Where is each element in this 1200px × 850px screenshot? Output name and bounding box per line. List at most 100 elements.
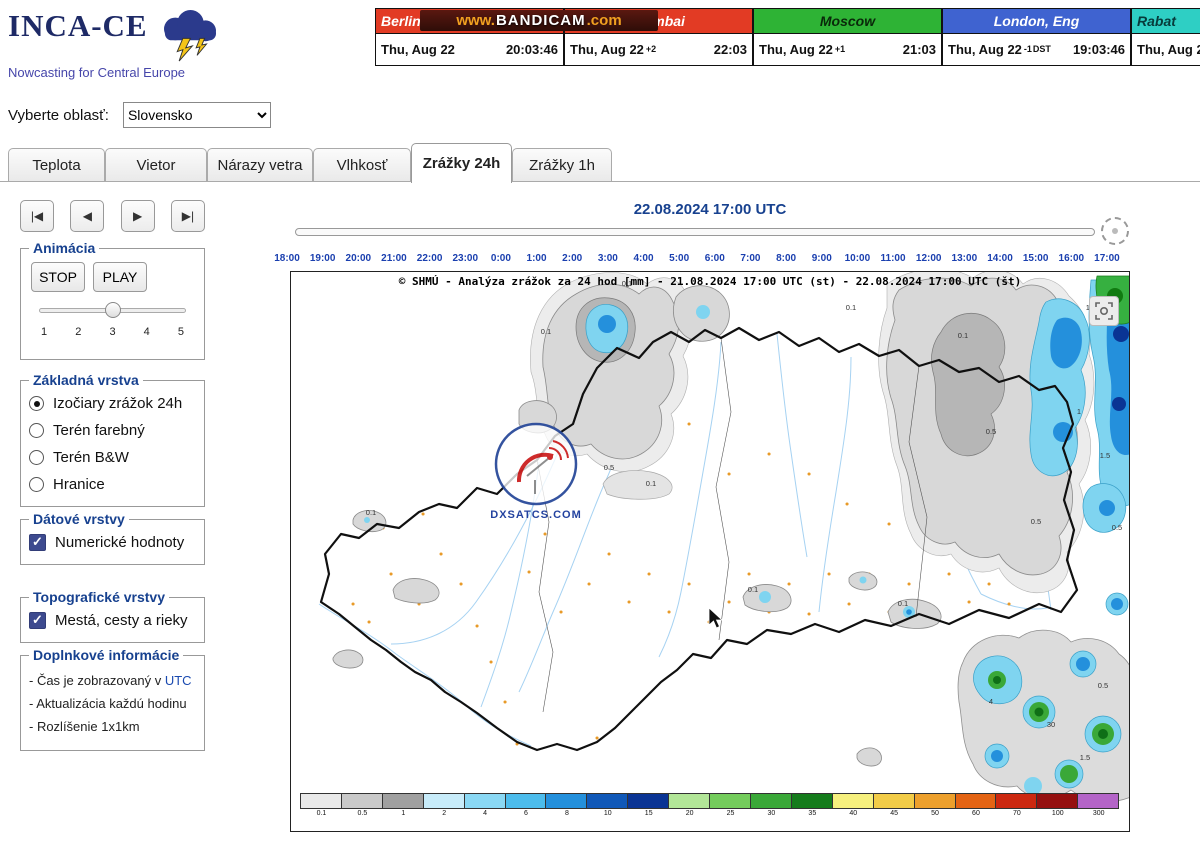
colorbar-step: 8	[546, 793, 587, 817]
colorbar-step: 100	[1037, 793, 1078, 817]
tab-zrazky-24h[interactable]: Zrážky 24h	[411, 143, 512, 183]
dxsatcs-watermark: DXSATCS.COM	[490, 424, 581, 521]
clock-date: Thu, Aug 22	[1137, 42, 1200, 57]
clock-london: London, Eng Thu, Aug 22-1DST19:03:46	[942, 8, 1131, 66]
tab-narazy-vetra[interactable]: Nárazy vetra	[207, 148, 313, 182]
logo-subtitle: Nowcasting for Central Europe	[8, 65, 226, 80]
svg-text:4: 4	[989, 697, 993, 706]
time-slider-track[interactable]	[295, 228, 1095, 236]
timeline-tick: 16:00	[1059, 253, 1085, 264]
topo-layers-checkbox[interactable]	[29, 612, 46, 629]
data-layers-panel: Dátové vrstvy Numerické hodnoty	[20, 511, 205, 565]
colorbar-step: 300	[1078, 793, 1119, 817]
timeline-tick: 22:00	[417, 253, 443, 264]
speed-slider-thumb[interactable]	[105, 302, 121, 318]
colorbar-step: 60	[956, 793, 997, 817]
numeric-values-option[interactable]: Numerické hodnoty	[29, 529, 196, 556]
world-clock-bar: Berlin Thu, Aug 2220:03:46 Mumbai Thu, A…	[375, 8, 1200, 66]
svg-text:0.1: 0.1	[958, 331, 968, 340]
timeline-tick: 10:00	[845, 253, 871, 264]
clock-time: 22:03	[714, 42, 747, 57]
clock-time-row: Thu, Aug 2220:03:46	[376, 34, 563, 64]
svg-text:0.5: 0.5	[1031, 517, 1041, 526]
clock-time: 21:03	[903, 42, 936, 57]
clock-city-label: Rabat	[1137, 13, 1176, 29]
storm-cloud-icon	[154, 10, 226, 62]
numeric-values-checkbox[interactable]	[29, 534, 46, 551]
clock-date: Thu, Aug 22	[381, 42, 455, 57]
colorbar-step: 35	[792, 793, 833, 817]
timeline-tick: 19:00	[310, 253, 336, 264]
colorbar-step: 2	[424, 793, 465, 817]
previous-frame-button[interactable]: ◀	[70, 200, 104, 232]
tab-vietor[interactable]: Vietor	[105, 148, 207, 182]
tab-vlhkost[interactable]: Vlhkosť	[313, 148, 411, 182]
radio-icon[interactable]	[29, 396, 44, 411]
play-button[interactable]: PLAY	[93, 262, 147, 292]
dst-label: DST	[1033, 44, 1051, 54]
timeline-tick: 6:00	[705, 253, 725, 264]
timeline-tick: 23:00	[452, 253, 478, 264]
inca-nowcasting-page: INCA-CE Nowcasting for Central Europe Be…	[0, 0, 1200, 850]
tab-zrazky-1h[interactable]: Zrážky 1h	[512, 148, 612, 182]
fullscreen-focus-icon	[1095, 302, 1113, 320]
map-title: © SHMÚ - Analýza zrážok za 24 hod [mm] -…	[291, 275, 1129, 288]
timeline-tick: 13:00	[952, 253, 978, 264]
region-select[interactable]: Slovensko	[123, 102, 271, 128]
clock-date: Thu, Aug 22	[948, 42, 1022, 57]
speed-slider[interactable]	[39, 302, 186, 320]
timeline-ticks: 18:0019:0020:0021:0022:0023:000:001:002:…	[287, 253, 1127, 266]
topo-layers-option[interactable]: Mestá, cesty a rieky	[29, 607, 196, 634]
map-panel[interactable]: © SHMÚ - Analýza zrážok za 24 hod [mm] -…	[290, 271, 1130, 832]
timeline-tick: 2:00	[562, 253, 582, 264]
stop-button[interactable]: STOP	[31, 262, 85, 292]
svg-text:0.1: 0.1	[748, 585, 758, 594]
logo: INCA-CE Nowcasting for Central Europe	[8, 8, 226, 80]
timeline-tick: 3:00	[598, 253, 618, 264]
first-frame-button[interactable]: |◀	[20, 200, 54, 232]
radio-icon[interactable]	[29, 477, 44, 492]
timeline-tick: 5:00	[669, 253, 689, 264]
clock-city-banner: London, Eng	[943, 9, 1130, 34]
base-layer-option[interactable]: Izočiary zrážok 24h	[29, 390, 196, 417]
precipitation-map: 0.50.10.10.10.10.10.50.511.51.50.50.10.1…	[291, 272, 1130, 832]
tab-teplota[interactable]: Teplota	[8, 148, 105, 182]
topo-layers-panel: Topografické vrstvy Mestá, cesty a rieky	[20, 589, 205, 643]
clock-date: Thu, Aug 22	[570, 42, 644, 57]
colorbar-step: 25	[710, 793, 751, 817]
timeline-tick: 21:00	[381, 253, 407, 264]
colorbar-step: 6	[506, 793, 547, 817]
clock-city-banner: Moscow	[754, 9, 941, 34]
base-layer-option[interactable]: Terén farebný	[29, 417, 196, 444]
svg-text:0.5: 0.5	[604, 463, 614, 472]
radio-icon[interactable]	[29, 423, 44, 438]
tab-divider	[0, 181, 1200, 182]
next-frame-button[interactable]: ▶	[121, 200, 155, 232]
timeline-tick: 8:00	[776, 253, 796, 264]
radio-icon[interactable]	[29, 450, 44, 465]
option-label: Terén B&W	[53, 449, 129, 466]
colorbar-step: 30	[751, 793, 792, 817]
last-frame-button[interactable]: ▶|	[171, 200, 205, 232]
speed-scale: 1 2 3 4 5	[41, 326, 184, 338]
current-time-label: 22.08.2024 17:00 UTC	[265, 201, 1155, 218]
option-label: Terén farebný	[53, 422, 145, 439]
time-slider-handle[interactable]	[1101, 217, 1129, 245]
region-label: Vyberte oblasť:	[8, 107, 109, 124]
base-layer-option[interactable]: Terén B&W	[29, 444, 196, 471]
timeline-tick: 0:00	[491, 253, 511, 264]
base-layer-option[interactable]: Hranice	[29, 471, 196, 498]
option-label: Mestá, cesty a rieky	[55, 612, 188, 629]
timeline-tick: 11:00	[881, 253, 906, 264]
svg-text:0.1: 0.1	[366, 508, 376, 517]
timeline-tick: 18:00	[274, 253, 300, 264]
base-layer-panel: Základná vrstva Izočiary zrážok 24h Teré…	[20, 372, 205, 507]
clock-rabat: Rabat Thu, Aug 22	[1131, 8, 1200, 66]
timeline-tick: 20:00	[346, 253, 372, 264]
map-zoom-icon[interactable]	[1089, 296, 1119, 326]
timeline-tick: 4:00	[633, 253, 653, 264]
bandicam-watermark: www.BANDICAM.com	[420, 10, 658, 31]
utc-link[interactable]: UTC	[165, 673, 192, 688]
dxsatcs-label: DXSATCS.COM	[490, 509, 581, 521]
svg-text:0.5: 0.5	[1098, 681, 1108, 690]
